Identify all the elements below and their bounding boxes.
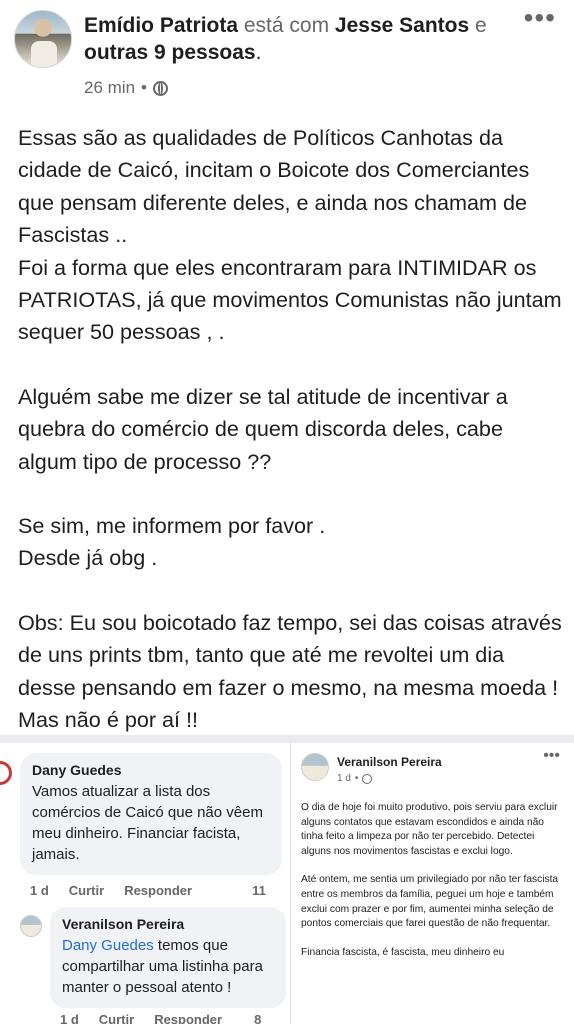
shared-author-avatar xyxy=(301,753,329,781)
post-paragraph-1: Essas são as qualidades de Políticos Can… xyxy=(18,125,562,345)
shared-post-time: 1 d xyxy=(337,773,351,784)
reply-reply: Responder xyxy=(154,1012,223,1024)
comment-bubble: Dany Guedes Vamos atualizar a lista dos … xyxy=(20,753,282,875)
post-text: Essas são as qualidades de Políticos Can… xyxy=(18,122,566,769)
post-paragraph-2: Alguém sabe me dizer se tal atitude de i… xyxy=(18,383,508,474)
reply-author: Veranilson Pereira xyxy=(62,916,185,932)
comment-text: Vamos atualizar a lista dos comércios de… xyxy=(32,783,263,863)
post-paragraph-3: Se sim, me informem por favor . Desde já… xyxy=(18,513,326,571)
with-text: está com xyxy=(243,14,330,37)
shared-paragraph-2: Até ontem, me sentia um privilegiado por… xyxy=(301,874,559,930)
author-avatar[interactable] xyxy=(14,10,72,68)
shared-globe-icon xyxy=(362,773,373,784)
reply-bubble: Veranilson Pereira Dany Guedes temos que… xyxy=(50,907,286,1008)
comment-author: Dany Guedes xyxy=(32,762,122,778)
shared-meta-dot: • xyxy=(354,773,359,784)
reply-like: Curtir xyxy=(98,1012,135,1024)
meta-dot: • xyxy=(141,78,147,97)
shared-author-name: Veranilson Pereira xyxy=(337,755,442,769)
post-paragraph-4: Obs: Eu sou boicotado faz tempo, sei das… xyxy=(18,609,562,733)
reply-actions: 1 d Curtir Responder 8 xyxy=(60,1012,261,1024)
shared-post-meta: 1 d • xyxy=(337,773,373,784)
period: . xyxy=(255,41,262,64)
comment-reply: Responder xyxy=(124,883,193,898)
shared-more-options-icon: ••• xyxy=(543,747,560,764)
reply-avatar xyxy=(20,915,42,937)
tagged-person[interactable]: Jesse Santos xyxy=(335,14,469,37)
comment-actions: 1 d Curtir Responder 11 xyxy=(30,883,266,898)
comment-screenshot[interactable]: Dany Guedes Vamos atualizar a lista dos … xyxy=(0,743,290,1024)
post-screenshot[interactable]: Veranilson Pereira 1 d • ••• O dia de ho… xyxy=(290,743,574,1024)
reply-mention: Dany Guedes xyxy=(62,937,154,954)
post-meta: 26 min • xyxy=(84,78,168,98)
shared-post-text: O dia de hoje foi muito produtivo, pois … xyxy=(301,801,566,974)
more-options-icon[interactable]: ••• xyxy=(524,4,556,32)
post-header: Emídio Patriota está com Jesse Santos e … xyxy=(0,0,574,110)
and-text: e xyxy=(475,14,487,37)
comment-time: 1 d xyxy=(30,883,49,898)
reply-time: 1 d xyxy=(60,1012,79,1024)
shared-paragraph-3: Financia fascista, é fascista, meu dinhe… xyxy=(301,946,505,958)
author-line: Emídio Patriota está com Jesse Santos e … xyxy=(84,12,504,66)
attached-images[interactable]: Dany Guedes Vamos atualizar a lista dos … xyxy=(0,735,574,1024)
reply-text-wrap: Dany Guedes temos que compartilhar uma l… xyxy=(62,935,276,998)
author-name[interactable]: Emídio Patriota xyxy=(84,14,238,37)
shared-paragraph-1: O dia de hoje foi muito produtivo, pois … xyxy=(301,802,558,857)
post-time[interactable]: 26 min xyxy=(84,78,135,98)
comment-reaction-count: 11 xyxy=(252,883,266,898)
cropped-avatar xyxy=(0,761,12,785)
comment-like: Curtir xyxy=(68,883,105,898)
reply-reaction-count: 8 xyxy=(254,1012,262,1024)
globe-icon xyxy=(152,80,168,96)
tagged-others[interactable]: outras 9 pessoas xyxy=(84,41,256,64)
